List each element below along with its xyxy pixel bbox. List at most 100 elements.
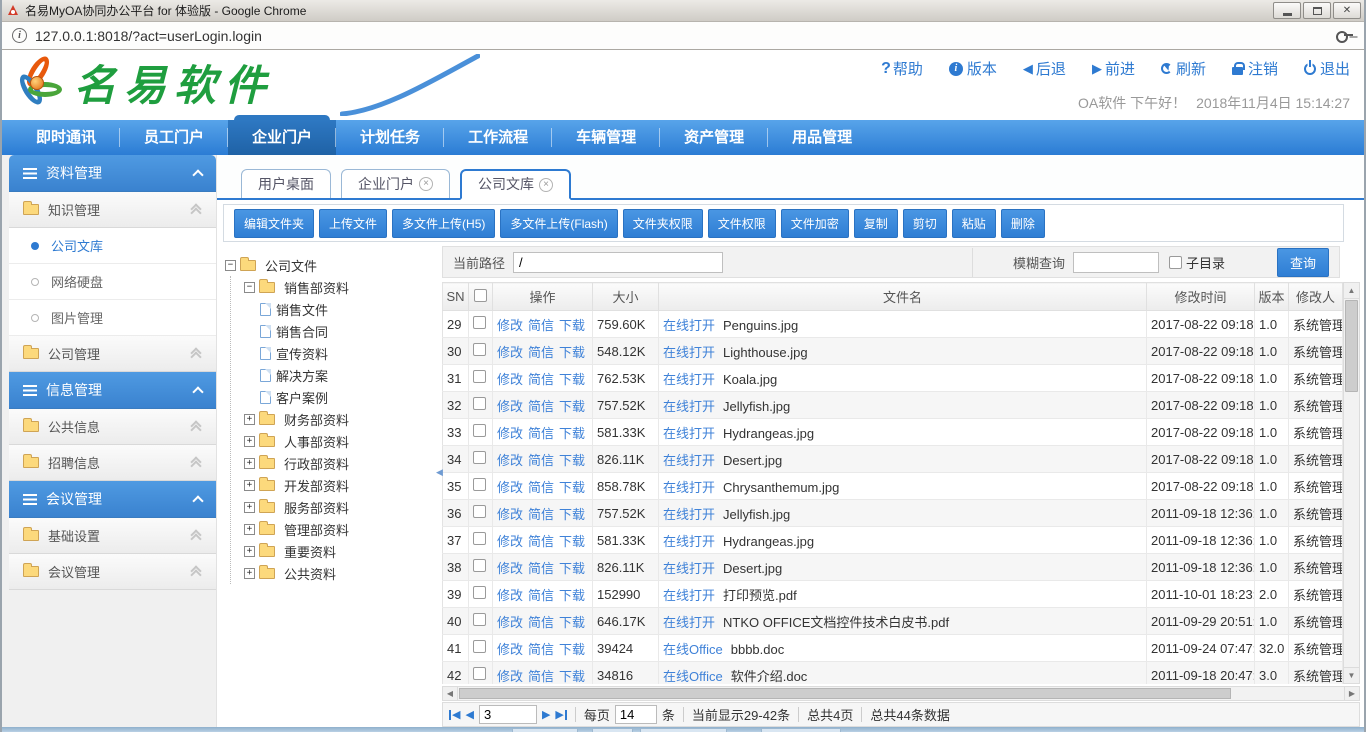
maximize-button[interactable] — [1303, 2, 1331, 19]
sidebar-item[interactable]: 公司管理 — [9, 336, 216, 372]
open-online-link[interactable]: 在线Office — [663, 669, 723, 684]
op-modify-link[interactable]: 修改 — [497, 480, 523, 495]
tree-leaf-node[interactable]: 销售文件 — [244, 298, 442, 320]
last-page-button[interactable]: ▶ — [555, 708, 566, 721]
horizontal-scrollbar[interactable]: ◀ ▶ — [442, 686, 1360, 701]
sidebar-item[interactable]: 会议管理 — [9, 554, 216, 590]
expand-box-icon[interactable]: + — [244, 480, 255, 491]
address-bar[interactable]: i 127.0.0.1:8018/?act=userLogin.login — [2, 22, 1364, 50]
tab-close-icon[interactable]: × — [539, 178, 553, 192]
tab-2[interactable]: 企业门户× — [341, 169, 450, 198]
op-modify-link[interactable]: 修改 — [497, 615, 523, 630]
nav-item-1[interactable]: 即时通讯 — [12, 120, 120, 155]
open-online-link[interactable]: 在线打开 — [663, 588, 715, 603]
row-checkbox[interactable] — [473, 316, 486, 329]
tree-node[interactable]: +人事部资料 — [244, 430, 442, 452]
op-message-link[interactable]: 简信 — [528, 669, 554, 684]
next-page-button[interactable]: ▶ — [542, 708, 550, 721]
quicklink-logout[interactable]: 注销 — [1232, 58, 1278, 79]
collapse-box-icon[interactable]: − — [244, 282, 255, 293]
op-modify-link[interactable]: 修改 — [497, 453, 523, 468]
tree-node[interactable]: +公共资料 — [244, 562, 442, 584]
open-online-link[interactable]: 在线打开 — [663, 372, 715, 387]
op-message-link[interactable]: 简信 — [528, 615, 554, 630]
row-checkbox[interactable] — [473, 640, 486, 653]
quicklink-exit[interactable]: 退出 — [1304, 58, 1350, 79]
op-modify-link[interactable]: 修改 — [497, 669, 523, 684]
nav-item-7[interactable]: 资产管理 — [660, 120, 768, 155]
toolbar-button-1[interactable]: 编辑文件夹 — [234, 209, 314, 238]
scroll-down-arrow-icon[interactable]: ▼ — [1344, 667, 1359, 683]
sidebar-subitem[interactable]: 网络硬盘 — [9, 264, 216, 300]
vertical-scrollbar[interactable]: ▲ ▼ — [1343, 282, 1360, 684]
collapse-box-icon[interactable]: − — [225, 260, 236, 271]
scroll-up-arrow-icon[interactable]: ▲ — [1344, 283, 1359, 299]
tree-node[interactable]: +财务部资料 — [244, 408, 442, 430]
open-online-link[interactable]: 在线打开 — [663, 534, 715, 549]
open-online-link[interactable]: 在线打开 — [663, 561, 715, 576]
open-online-link[interactable]: 在线打开 — [663, 615, 715, 630]
op-modify-link[interactable]: 修改 — [497, 507, 523, 522]
expand-box-icon[interactable]: + — [244, 458, 255, 469]
open-online-link[interactable]: 在线打开 — [663, 399, 715, 414]
toolbar-button-5[interactable]: 文件夹权限 — [623, 209, 703, 238]
tree-leaf-node[interactable]: 客户案例 — [244, 386, 442, 408]
tree-node[interactable]: +服务部资料 — [244, 496, 442, 518]
op-download-link[interactable]: 下载 — [559, 426, 585, 441]
key-icon[interactable] — [1336, 31, 1354, 40]
row-checkbox[interactable] — [473, 559, 486, 572]
open-online-link[interactable]: 在线Office — [663, 642, 723, 657]
quicklink-version[interactable]: i版本 — [949, 58, 997, 79]
current-path-input[interactable] — [513, 252, 723, 273]
subdir-checkbox[interactable] — [1169, 256, 1182, 269]
op-modify-link[interactable]: 修改 — [497, 534, 523, 549]
sidebar-item[interactable]: 基础设置 — [9, 518, 216, 554]
nav-item-8[interactable]: 用品管理 — [768, 120, 876, 155]
expand-box-icon[interactable]: + — [244, 436, 255, 447]
sidebar-subitem[interactable]: 图片管理 — [9, 300, 216, 336]
sidebar-subitem[interactable]: 公司文库 — [9, 228, 216, 264]
row-checkbox[interactable] — [473, 505, 486, 518]
toolbar-button-11[interactable]: 删除 — [1001, 209, 1045, 238]
op-modify-link[interactable]: 修改 — [497, 345, 523, 360]
op-message-link[interactable]: 简信 — [528, 426, 554, 441]
quicklink-back[interactable]: ◀后退 — [1023, 58, 1066, 79]
op-message-link[interactable]: 简信 — [528, 318, 554, 333]
row-checkbox[interactable] — [473, 397, 486, 410]
page-info-icon[interactable]: i — [12, 28, 27, 43]
query-button[interactable]: 查询 — [1277, 248, 1329, 277]
sidebar-item[interactable]: 知识管理 — [9, 192, 216, 228]
op-message-link[interactable]: 简信 — [528, 399, 554, 414]
toolbar-button-10[interactable]: 粘贴 — [952, 209, 996, 238]
row-checkbox[interactable] — [473, 532, 486, 545]
op-download-link[interactable]: 下载 — [559, 453, 585, 468]
tree-leaf-node[interactable]: 解决方案 — [244, 364, 442, 386]
op-download-link[interactable]: 下载 — [559, 642, 585, 657]
expand-box-icon[interactable]: + — [244, 502, 255, 513]
tab-close-icon[interactable]: × — [419, 177, 433, 191]
toolbar-button-6[interactable]: 文件权限 — [708, 209, 776, 238]
toolbar-button-9[interactable]: 剪切 — [903, 209, 947, 238]
expand-box-icon[interactable]: + — [244, 568, 255, 579]
op-download-link[interactable]: 下载 — [559, 480, 585, 495]
tree-node[interactable]: −销售部资料 — [244, 276, 442, 298]
scroll-right-arrow-icon[interactable]: ▶ — [1344, 687, 1359, 700]
close-button[interactable]: ✕ — [1333, 2, 1361, 19]
op-modify-link[interactable]: 修改 — [497, 372, 523, 387]
op-download-link[interactable]: 下载 — [559, 615, 585, 630]
op-download-link[interactable]: 下载 — [559, 534, 585, 549]
page-number-input[interactable] — [479, 705, 537, 724]
tree-node[interactable]: +重要资料 — [244, 540, 442, 562]
open-online-link[interactable]: 在线打开 — [663, 453, 715, 468]
nav-item-6[interactable]: 车辆管理 — [552, 120, 660, 155]
row-checkbox[interactable] — [473, 343, 486, 356]
op-download-link[interactable]: 下载 — [559, 345, 585, 360]
nav-item-3[interactable]: 企业门户 — [228, 120, 336, 155]
op-download-link[interactable]: 下载 — [559, 318, 585, 333]
url-text[interactable]: 127.0.0.1:8018/?act=userLogin.login — [35, 28, 1336, 44]
sidebar-item[interactable]: 招聘信息 — [9, 445, 216, 481]
minimize-button[interactable] — [1273, 2, 1301, 19]
tree-node[interactable]: +行政部资料 — [244, 452, 442, 474]
open-online-link[interactable]: 在线打开 — [663, 318, 715, 333]
tree-root-node[interactable]: −公司文件 — [225, 254, 442, 276]
